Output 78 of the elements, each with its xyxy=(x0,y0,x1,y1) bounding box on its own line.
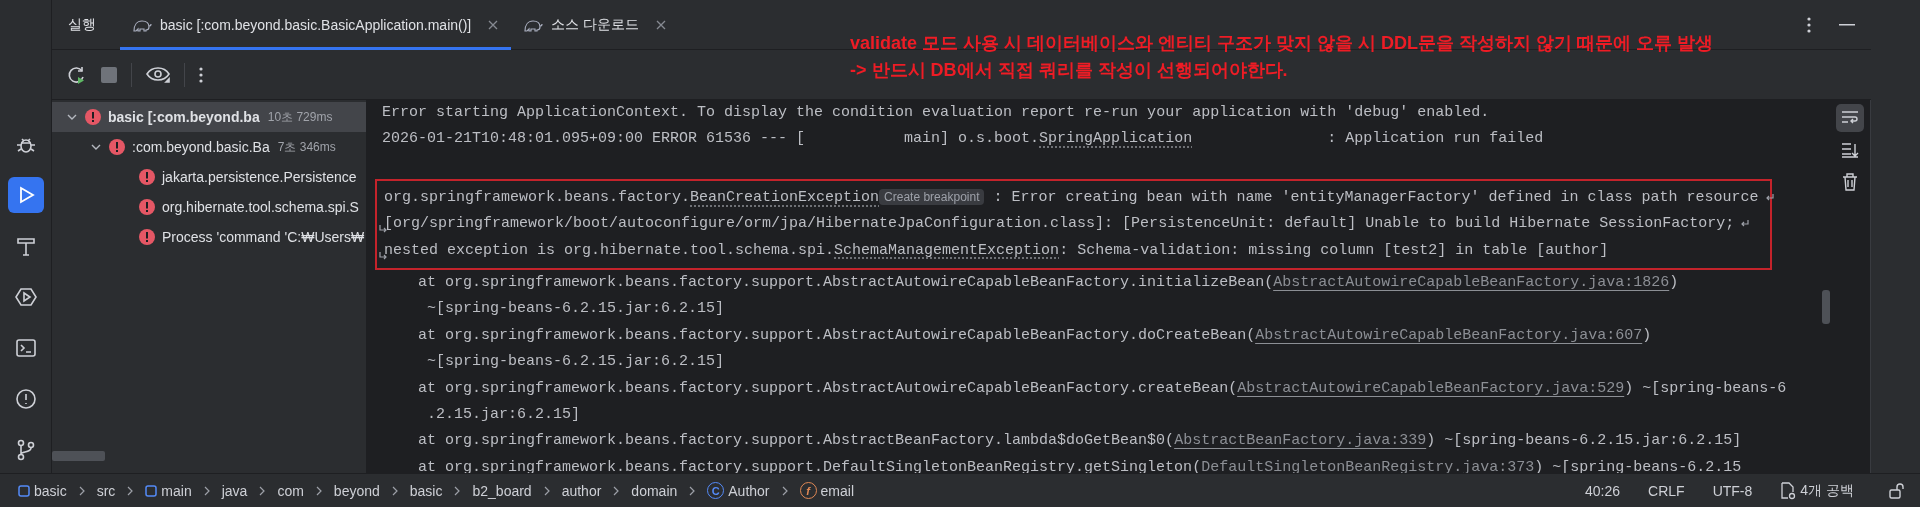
chevron-icon xyxy=(454,485,461,496)
cursor-position[interactable]: 40:26 xyxy=(1585,482,1621,499)
module-icon xyxy=(18,484,30,497)
error-icon xyxy=(138,228,156,246)
chevron-icon xyxy=(315,485,322,496)
breadcrumb-item[interactable]: beyond xyxy=(333,482,380,499)
console-line: ~[spring-beans-6.2.15.jar:6.2.15] xyxy=(426,352,725,373)
breadcrumb-item[interactable]: basic xyxy=(18,482,67,499)
chevron-icon xyxy=(203,485,210,496)
chevron-icon xyxy=(391,485,398,496)
chevron-icon xyxy=(689,485,696,496)
annotation-text: validate 모드 사용 시 데이터베이스와 엔티티 구조가 맞지 않을 시 DDL문을 작성하지 않기 때문에 오류 발생 xyxy=(850,32,1714,55)
run-tool-button[interactable] xyxy=(7,177,44,213)
chevron-icon xyxy=(259,485,266,496)
breadcrumb-item[interactable]: java xyxy=(221,482,248,499)
console-line: ~[spring-beans-6.2.15.jar:6.2.15] xyxy=(426,299,725,320)
chevron-icon xyxy=(781,485,788,496)
eye-icon[interactable] xyxy=(146,64,170,85)
chevron-icon xyxy=(127,485,134,496)
stop-icon[interactable] xyxy=(101,66,117,83)
error-icon xyxy=(138,168,156,186)
rerun-icon[interactable] xyxy=(67,64,87,85)
services-icon xyxy=(14,286,37,308)
tree-item[interactable]: :com.beyond.basic.Ba 7초 346ms xyxy=(52,132,366,162)
console-line: .2.15.jar:6.2.15] xyxy=(426,404,581,425)
trash-icon xyxy=(1842,173,1858,191)
console-line: nested exception is org.hibernate.tool.schema.spi.SchemaManagementException: Schema-validation: missing column [test2] in table [author] xyxy=(384,240,1609,261)
indent-setting[interactable]: 4개 공백 xyxy=(1780,481,1854,500)
breadcrumb-item[interactable]: main xyxy=(145,482,192,499)
error-icon xyxy=(138,198,156,216)
console-line: at org.springframework.beans.factory.support.AbstractAutowireCapableBeanFactory.initializeBean(AbstractAutowireCapableBeanFactory.java:1826) xyxy=(417,272,1679,293)
scroll-end-icon xyxy=(1841,142,1859,158)
error-icon xyxy=(84,108,102,126)
close-icon[interactable] xyxy=(655,18,668,31)
run-tab[interactable]: 소스 다운로드 xyxy=(511,0,680,50)
terminal-icon xyxy=(14,337,37,359)
console-line: at org.springframework.beans.factory.support.AbstractAutowireCapableBeanFactory.createBean(AbstractAutowireCapableBeanFactory.java:529) ~[spring-beans-6 xyxy=(417,378,1787,399)
console-line: at org.springframework.beans.factory.support.DefaultSingletonBeanRegistry.getSingleton(DefaultSingletonBeanRegistry.java:373) ~[spring-beans-6.2.15 xyxy=(417,457,1742,473)
console-line: [org/springframework/boot/autoconfigure/orm/jpa/HibernateJpaConfiguration.class]: [PersistenceUnit: default] Unable to build Hibernate SessionFactory; xyxy=(384,214,1735,235)
breadcrumb-item[interactable]: C Author xyxy=(707,482,770,499)
error-icon xyxy=(108,138,126,156)
hammer-icon xyxy=(14,235,37,257)
breadcrumb-item[interactable]: f email xyxy=(799,482,854,499)
soft-wrap-icon xyxy=(1841,110,1859,126)
annotation-text: -> 반드시 DB에서 직접 쿼리를 작성이 선행되어야한다. xyxy=(850,59,1289,82)
soft-wrap-button[interactable] xyxy=(1836,104,1864,132)
console-line: Error starting ApplicationContext. To display the condition evaluation report re-run your application with 'debug' enabled. xyxy=(382,103,1490,123)
tree-item[interactable]: jakarta.persistence.Persistence xyxy=(52,162,366,192)
console-line: 2026-01-21T10:48:01.095+09:00 ERROR 61536 --- [ main] o.s.boot.SpringApplication : Application run failed xyxy=(382,129,1544,150)
tree-item[interactable]: basic [:com.beyond.ba 10초 729ms xyxy=(52,102,366,132)
breadcrumb-item[interactable]: basic xyxy=(409,482,443,499)
breadcrumb-item[interactable]: domain xyxy=(631,482,678,499)
console-line: at org.springframework.beans.factory.support.AbstractAutowireCapableBeanFactory.doCreateBean(AbstractAutowireCapableBeanFactory.java:607) xyxy=(417,325,1652,346)
chevron-icon xyxy=(613,485,620,496)
module-icon xyxy=(145,484,158,497)
file-encoding[interactable]: UTF-8 xyxy=(1712,482,1753,499)
more-icon[interactable] xyxy=(199,66,203,83)
run-tab[interactable]: basic [:com.beyond.basic.BasicApplication.main()] xyxy=(120,0,512,50)
breadcrumb-item[interactable]: src xyxy=(96,482,116,499)
breadcrumb-item[interactable]: author xyxy=(561,482,602,499)
breadcrumb-item[interactable]: com xyxy=(277,482,304,499)
console-line: org.springframework.beans.factory.BeanCreationException Create breakpoint : Error creating bean with name 'entityManagerFactory' defined in class path resource xyxy=(384,188,1759,209)
minimize-icon[interactable] xyxy=(1839,23,1855,26)
line-separator[interactable]: CRLF xyxy=(1648,482,1685,499)
scrollbar[interactable] xyxy=(52,451,105,461)
breadcrumb-item[interactable]: b2_board xyxy=(472,482,532,499)
more-icon[interactable] xyxy=(1807,16,1811,33)
console-line: at org.springframework.beans.factory.support.AbstractBeanFactory.lambda$doGetBean$0(AbstractBeanFactory.java:339) ~[spring-beans-6.2.15.jar:6.2.15] xyxy=(417,431,1742,452)
tree-item[interactable]: org.hibernate.tool.schema.spi.S xyxy=(52,192,366,222)
scrollbar[interactable] xyxy=(1822,290,1830,324)
tool-window-title: 실행 xyxy=(68,15,96,34)
chevron-icon xyxy=(543,485,550,496)
close-icon[interactable] xyxy=(487,18,500,31)
tree-item[interactable]: Process 'command 'C:₩Users₩ xyxy=(52,222,366,252)
exclamation-icon xyxy=(14,388,37,410)
file-gear-icon xyxy=(1780,481,1797,500)
lock-icon[interactable] xyxy=(1888,482,1904,499)
chevron-icon xyxy=(78,485,85,496)
